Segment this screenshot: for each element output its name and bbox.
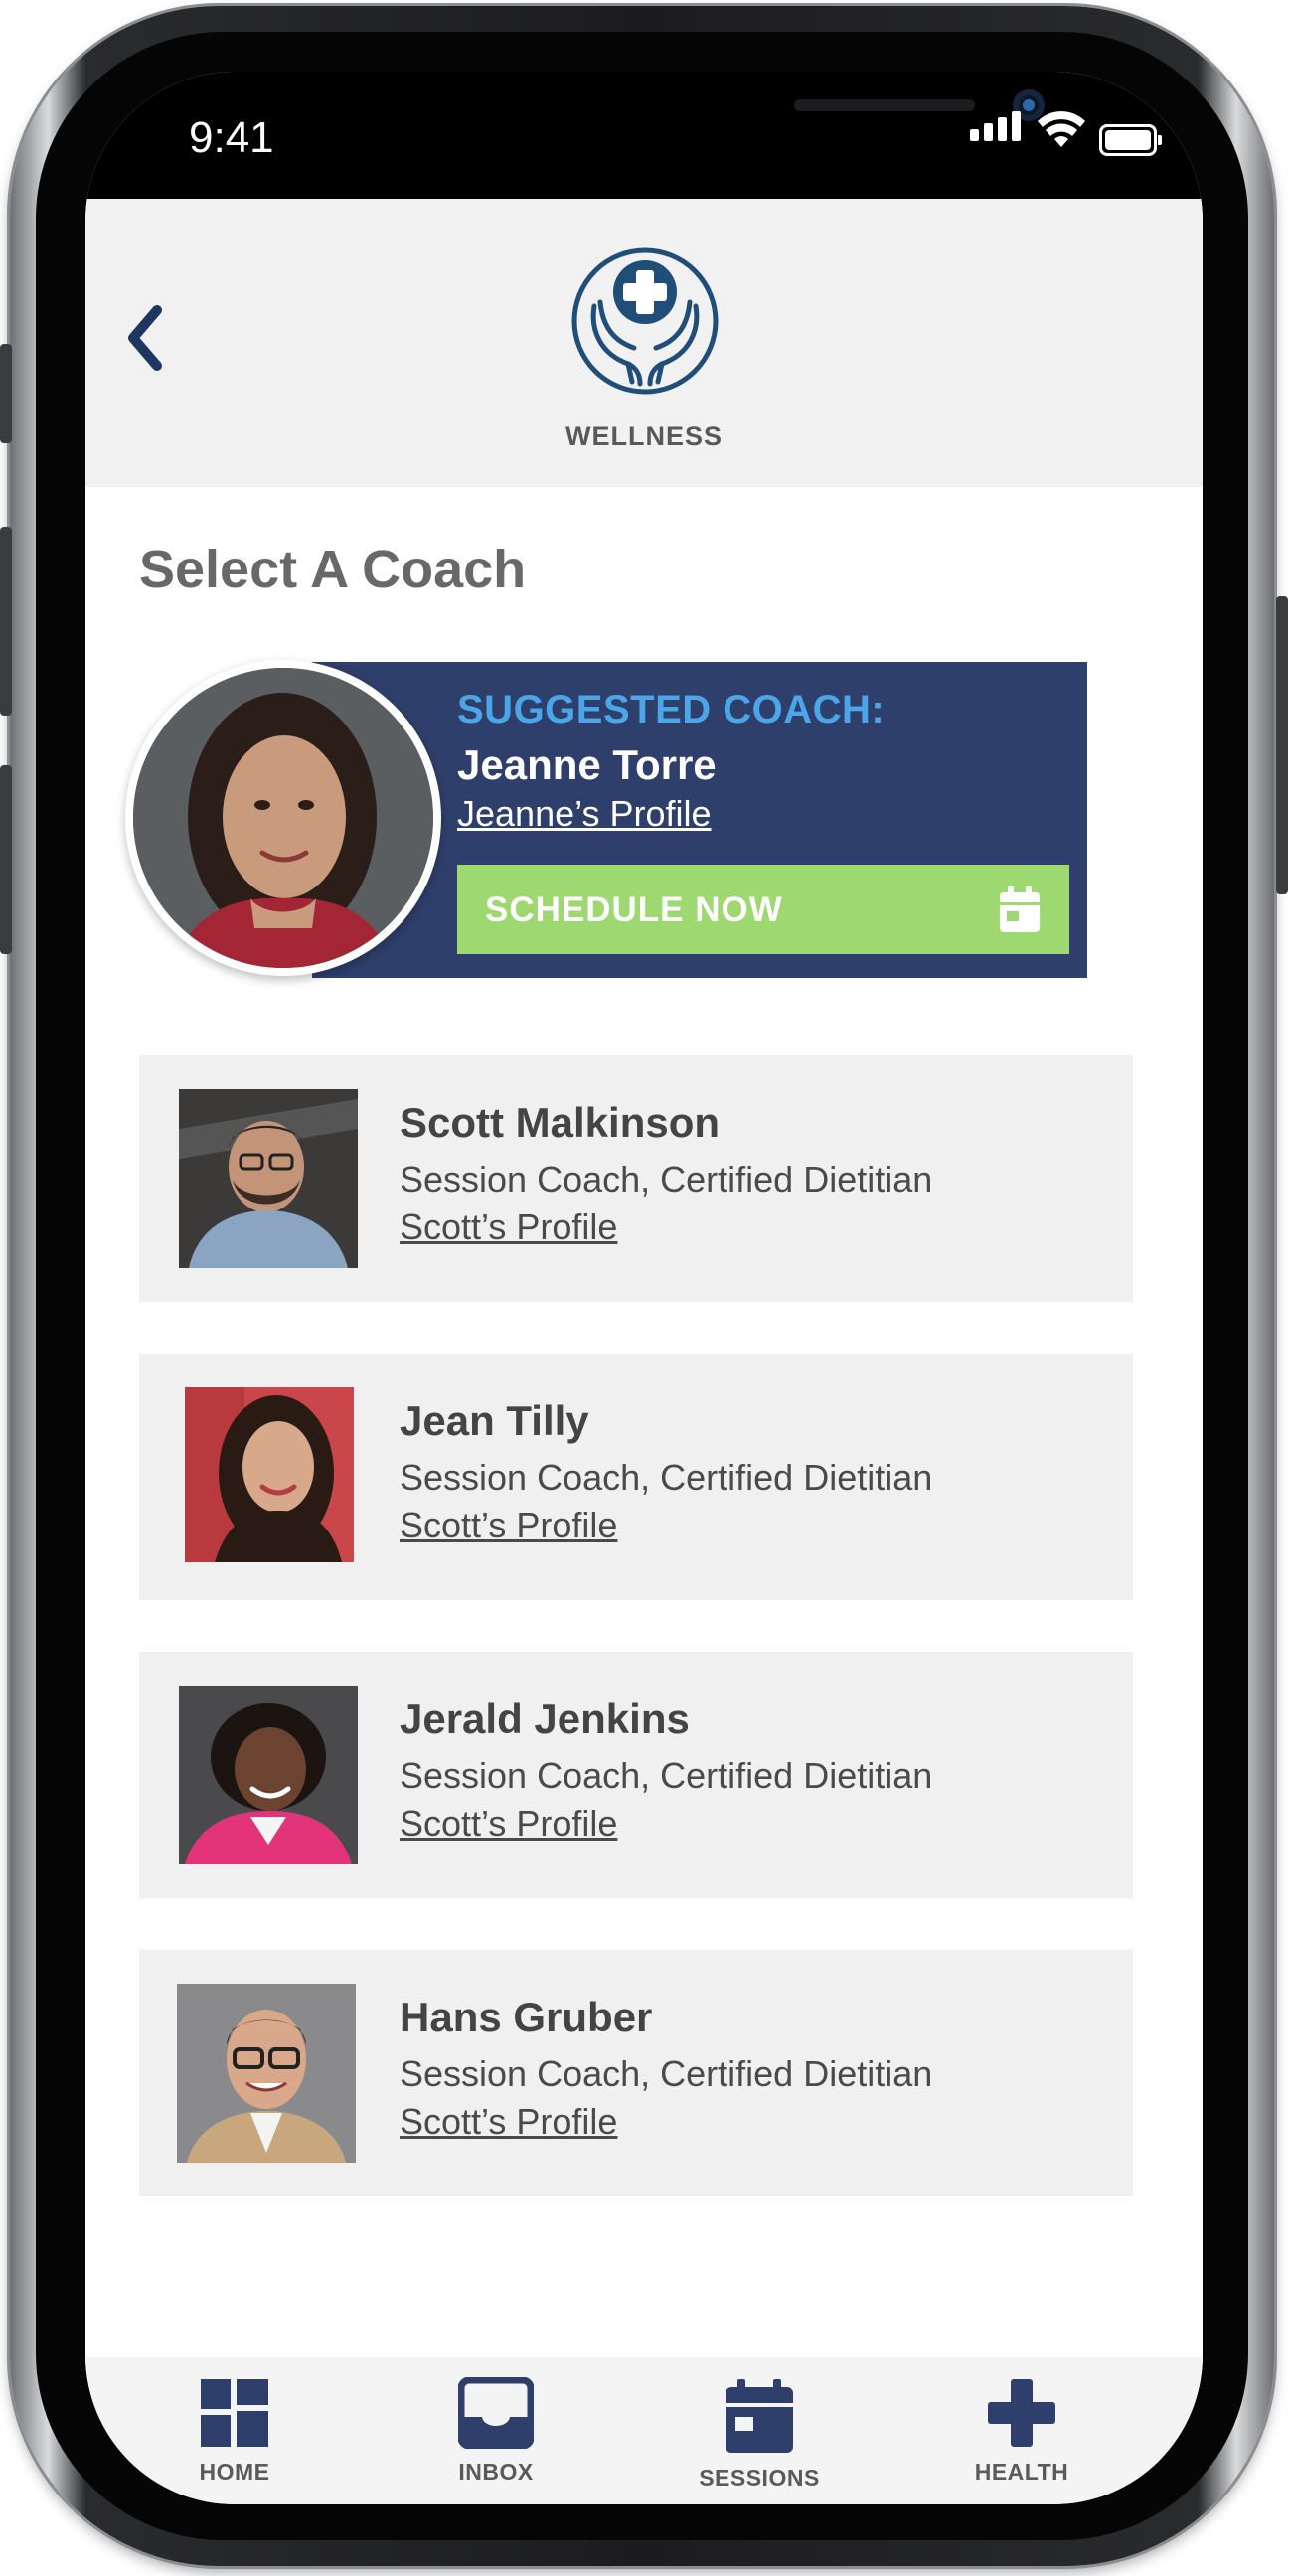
tab-home[interactable]: HOME <box>145 2377 324 2496</box>
app-header: WELLNESS <box>85 199 1203 487</box>
inbox-icon <box>458 2377 534 2449</box>
logo-label: WELLNESS <box>564 421 723 451</box>
coach-photo <box>179 1686 358 1864</box>
suggested-coach-label: SUGGESTED COACH: <box>457 688 886 731</box>
coach-role: Session Coach, Certified Dietitian <box>400 1159 933 1200</box>
coach-role: Session Coach, Certified Dietitian <box>400 1755 933 1796</box>
notch <box>329 72 1045 165</box>
schedule-now-label: SCHEDULE NOW <box>485 890 783 929</box>
tab-inbox-label: INBOX <box>458 2459 534 2485</box>
calendar-icon <box>726 2379 793 2453</box>
calendar-icon <box>1000 886 1040 932</box>
page-title: Select A Coach <box>139 540 527 599</box>
coach-photo-jean <box>185 1387 354 1562</box>
coach-profile-link[interactable]: Scott’s Profile <box>400 2101 617 2143</box>
tab-health[interactable]: HEALTH <box>932 2377 1111 2496</box>
coach-card[interactable]: Hans Gruber Session Coach, Certified Die… <box>139 1950 1133 2196</box>
suggested-coach-name: Jeanne Torre <box>457 741 717 788</box>
tab-inbox[interactable]: INBOX <box>406 2377 585 2496</box>
health-cross-icon <box>988 2379 1055 2447</box>
tab-health-label: HEALTH <box>974 2459 1069 2485</box>
tab-sessions-label: SESSIONS <box>699 2465 820 2491</box>
speaker-grille <box>794 99 975 111</box>
tab-home-label: HOME <box>199 2459 270 2485</box>
mute-switch <box>0 344 12 443</box>
hands-cross-icon <box>571 247 719 395</box>
chevron-left-icon[interactable] <box>115 298 175 378</box>
coach-name: Hans Gruber <box>400 1994 653 2040</box>
coach-role: Session Coach, Certified Dietitian <box>400 2053 933 2094</box>
battery-icon <box>1099 124 1162 156</box>
schedule-now-button[interactable]: SCHEDULE NOW <box>457 865 1069 954</box>
coach-photo <box>179 1089 358 1268</box>
screen: 9:41 WELLNESS Select A Coach SUGGESTED C… <box>85 72 1203 2504</box>
status-bar: 9:41 <box>85 72 1203 199</box>
coach-photo-jerald <box>179 1686 358 1864</box>
volume-down-button <box>0 765 12 954</box>
coach-card[interactable]: Jean Tilly Session Coach, Certified Diet… <box>139 1354 1133 1600</box>
suggested-coach-profile-link[interactable]: Jeanne’s Profile <box>457 793 712 835</box>
coach-profile-link[interactable]: Scott’s Profile <box>400 1207 617 1248</box>
power-button <box>1276 596 1288 894</box>
coach-photo-hans <box>177 1984 356 2163</box>
coach-photo-scott <box>179 1089 358 1268</box>
coach-photo <box>185 1387 354 1562</box>
coach-photo-jeanne <box>133 668 433 968</box>
coach-name: Scott Malkinson <box>400 1099 721 1146</box>
tab-sessions[interactable]: SESSIONS <box>670 2377 849 2496</box>
coach-name: Jean Tilly <box>400 1397 589 1444</box>
coach-profile-link[interactable]: Scott’s Profile <box>400 1505 617 1546</box>
coach-role: Session Coach, Certified Dietitian <box>400 1457 933 1498</box>
coach-photo <box>177 1984 356 2163</box>
volume-up-button <box>0 527 12 716</box>
coach-card[interactable]: Jerald Jenkins Session Coach, Certified … <box>139 1652 1133 1898</box>
home-grid-icon <box>201 2379 268 2447</box>
bottom-tab-bar: HOME INBOX SESSIONS HEALTH <box>85 2357 1203 2504</box>
coach-card[interactable]: Scott Malkinson Session Coach, Certified… <box>139 1055 1133 1302</box>
status-time: 9:41 <box>189 113 274 162</box>
suggested-coach-avatar[interactable] <box>125 660 441 976</box>
coach-name: Jerald Jenkins <box>400 1695 690 1742</box>
coach-profile-link[interactable]: Scott’s Profile <box>400 1803 617 1845</box>
wifi-icon <box>1038 111 1085 147</box>
